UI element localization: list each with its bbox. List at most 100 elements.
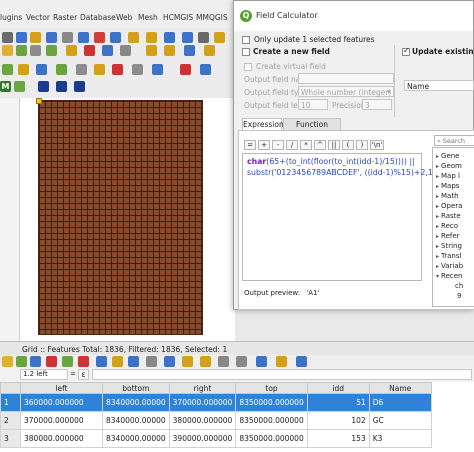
operator-multiply-button[interactable]: * <box>300 140 312 150</box>
bookmark-icon[interactable] <box>146 32 157 43</box>
table-row[interactable]: 3 380000.000000 8340000.00000 390000.000… <box>0 429 432 448</box>
cell-bottom[interactable]: 8340000.00000 <box>102 393 170 412</box>
operator-concat-button[interactable]: || <box>328 140 340 150</box>
column-header-left[interactable]: left <box>20 382 103 394</box>
merge-icon[interactable] <box>76 64 87 75</box>
cell-idd[interactable]: 102 <box>306 411 370 430</box>
cell-name[interactable]: GC <box>368 411 432 430</box>
tab-function-editor[interactable]: Function Editor <box>283 118 341 140</box>
add-row-icon[interactable] <box>62 356 73 367</box>
cell-right[interactable]: 370000.000000 <box>168 393 237 412</box>
vertex-icon[interactable] <box>152 64 163 75</box>
function-group[interactable]: ▸ Maps <box>436 182 459 190</box>
precision-spinbox[interactable]: 3 <box>362 99 392 110</box>
create-new-field-checkbox[interactable] <box>242 48 250 56</box>
edit-pencil-icon[interactable] <box>2 45 13 56</box>
field-calculator-icon[interactable] <box>276 356 287 367</box>
zoom-icon[interactable] <box>46 32 57 43</box>
delete-row-icon[interactable] <box>78 356 89 367</box>
measure-icon[interactable] <box>214 32 225 43</box>
cell-left[interactable]: 370000.000000 <box>20 411 103 430</box>
column-header-right[interactable]: right <box>168 382 237 394</box>
function-group[interactable]: ▸ Variab <box>436 262 463 270</box>
fill-icon[interactable] <box>200 64 211 75</box>
column-header-name[interactable]: Name <box>368 382 432 394</box>
rotate-icon[interactable] <box>112 64 123 75</box>
operator-open-paren-button[interactable]: ( <box>342 140 354 150</box>
expression-editor[interactable]: char(65+(to_int(floor(to_int(idd-1)/15))… <box>242 153 436 281</box>
operator-divide-button[interactable]: / <box>286 140 298 150</box>
function-group[interactable]: ▸ Math <box>436 192 459 200</box>
points-plugin-icon[interactable] <box>56 81 67 92</box>
plugin-icon[interactable] <box>14 81 25 92</box>
copy-icon[interactable] <box>102 45 113 56</box>
globe-icon[interactable] <box>182 32 193 43</box>
node-icon[interactable] <box>46 45 57 56</box>
column-header-top[interactable]: top <box>235 382 308 394</box>
menu-plugins[interactable]: lugins <box>0 13 22 22</box>
only-update-selected-checkbox[interactable] <box>242 36 250 44</box>
expression-button[interactable]: ε <box>78 369 89 380</box>
cell-name[interactable]: D6 <box>368 393 432 412</box>
row-number[interactable]: 2 <box>0 411 21 430</box>
add-feature-icon[interactable] <box>16 45 27 56</box>
function-group[interactable]: ▸ Transl <box>436 252 461 260</box>
cell-bottom[interactable]: 8340000.00000 <box>102 429 170 448</box>
cell-top[interactable]: 8350000.000000 <box>235 393 308 412</box>
toggle-edit-icon[interactable] <box>2 356 13 367</box>
reload-icon[interactable] <box>46 356 57 367</box>
output-field-type-select[interactable]: Whole number (integer) ▾ <box>298 86 394 97</box>
m-plugin-icon[interactable]: M <box>0 81 11 92</box>
offset-icon[interactable] <box>94 64 105 75</box>
create-virtual-field-checkbox[interactable] <box>244 63 252 71</box>
copy-rows-icon[interactable] <box>218 356 229 367</box>
cell-name[interactable]: K3 <box>368 429 432 448</box>
function-group[interactable]: ▸ Gene <box>436 152 460 160</box>
simplify-icon[interactable] <box>132 64 143 75</box>
field-selector[interactable]: 1.2 left <box>20 369 68 380</box>
move-icon[interactable] <box>30 45 41 56</box>
table-row[interactable]: 2 370000.000000 8340000.00000 380000.000… <box>0 411 432 430</box>
menu-database[interactable]: Database <box>80 13 116 22</box>
function-group[interactable]: ▸ Raste <box>436 212 461 220</box>
cell-right[interactable]: 380000.000000 <box>168 411 237 430</box>
cell-right[interactable]: 390000.000000 <box>168 429 237 448</box>
cell-idd[interactable]: 51 <box>306 393 370 412</box>
function-group[interactable]: ▸ Map l <box>436 172 460 180</box>
operator-plus-button[interactable]: + <box>258 140 270 150</box>
grid-layer[interactable] <box>38 100 203 335</box>
digitize-icon[interactable] <box>2 64 13 75</box>
operator-newline-button[interactable]: '\n' <box>370 140 384 150</box>
deselect-icon[interactable] <box>146 356 157 367</box>
menu-vector[interactable]: Vector <box>26 13 50 22</box>
column-header-bottom[interactable]: bottom <box>102 382 170 394</box>
layer-icon[interactable] <box>16 32 27 43</box>
cell-idd[interactable]: 153 <box>306 429 370 448</box>
cell-bottom[interactable]: 8340000.00000 <box>102 411 170 430</box>
operator-minus-button[interactable]: - <box>272 140 284 150</box>
snap-icon[interactable] <box>18 64 29 75</box>
record-icon[interactable] <box>180 64 191 75</box>
function-group[interactable]: ▸ Refer <box>436 232 460 240</box>
lines-plugin-icon[interactable] <box>74 81 85 92</box>
paste-rows-icon[interactable] <box>236 356 247 367</box>
multi-edit-icon[interactable] <box>16 356 27 367</box>
output-field-name-input[interactable] <box>298 73 394 84</box>
select-expr-icon[interactable] <box>96 356 107 367</box>
layers-panel-strip[interactable] <box>0 98 20 348</box>
search-icon[interactable] <box>30 32 41 43</box>
row-number[interactable]: 1 <box>0 393 21 412</box>
menu-mesh[interactable]: Mesh <box>138 13 158 22</box>
recent-expression-item[interactable]: ch <box>455 282 463 290</box>
zoom-full-icon[interactable] <box>128 32 139 43</box>
grid-plugin-icon[interactable] <box>38 81 49 92</box>
menu-raster[interactable]: Raster <box>53 13 77 22</box>
tab-expression[interactable]: Expression <box>242 118 284 130</box>
menu-web[interactable]: Web <box>116 13 132 22</box>
function-group[interactable]: ▸ Geom <box>436 162 462 170</box>
operator-power-button[interactable]: ^ <box>314 140 326 150</box>
cell-left[interactable]: 360000.000000 <box>20 393 103 412</box>
function-search-input[interactable]: ⌕ Search <box>434 135 474 146</box>
move-selection-top-icon[interactable] <box>164 356 175 367</box>
style-icon[interactable] <box>204 45 215 56</box>
